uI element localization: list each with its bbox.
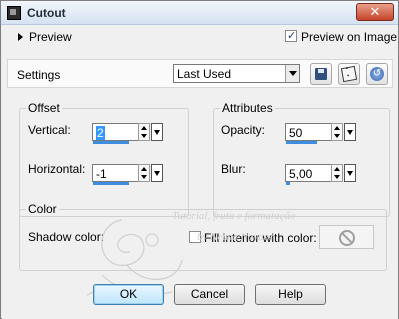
attributes-title: Attributes — [220, 101, 275, 115]
opacity-label: Opacity: — [221, 123, 266, 137]
reset-icon: ↺ — [370, 67, 384, 81]
settings-bar: Settings Last Used ↺ — [7, 59, 393, 88]
opacity-dropdown-icon[interactable] — [344, 123, 356, 141]
chevron-down-icon[interactable] — [285, 65, 299, 82]
no-color-icon — [339, 230, 355, 246]
fill-interior-label[interactable]: Fill interior with color: — [204, 231, 317, 245]
offset-group: Offset Vertical: 2 Horizontal: -1 — [19, 101, 189, 217]
close-button[interactable]: ✕ — [356, 3, 394, 21]
vertical-dropdown-icon[interactable] — [151, 123, 163, 141]
blur-spin-arrows[interactable] — [331, 164, 343, 182]
settings-label: Settings — [17, 68, 61, 82]
title-bar: Cutout ✕ — [1, 1, 398, 25]
vertical-label: Vertical: — [28, 123, 71, 137]
horizontal-value: -1 — [96, 167, 107, 181]
dialog-content: Preview Preview on Image Settings Last U… — [2, 25, 398, 319]
cancel-button[interactable]: Cancel — [174, 284, 245, 305]
preset-select[interactable]: Last Used — [173, 64, 300, 83]
cutout-dialog: Cutout ✕ Preview Preview on Image Settin… — [0, 0, 399, 319]
horizontal-spin-arrows[interactable] — [138, 164, 150, 182]
save-preset-button[interactable] — [310, 63, 332, 85]
preview-on-image-label[interactable]: Preview on Image — [301, 30, 397, 44]
horizontal-dropdown-icon[interactable] — [151, 164, 163, 182]
blur-label: Blur: — [221, 162, 246, 176]
opacity-value: 50 — [289, 126, 303, 140]
preset-value: Last Used — [177, 67, 232, 81]
save-icon — [315, 68, 327, 80]
app-icon — [7, 6, 21, 20]
horizontal-label: Horizontal: — [28, 162, 86, 176]
preview-toggle[interactable]: Preview — [29, 30, 72, 44]
offset-title: Offset — [26, 101, 62, 115]
opacity-slider-bar[interactable] — [286, 141, 317, 144]
preview-row: Preview Preview on Image — [2, 25, 398, 49]
fill-interior-checkbox[interactable] — [189, 231, 201, 243]
color-title: Color — [26, 202, 59, 216]
ok-button[interactable]: OK — [93, 284, 164, 305]
vertical-spin-arrows[interactable] — [138, 123, 150, 141]
fill-color-swatch[interactable] — [319, 225, 374, 249]
shadow-color-label: Shadow color: — [28, 230, 105, 244]
blur-value: 5,00 — [289, 167, 313, 181]
window-title: Cutout — [27, 6, 66, 20]
horizontal-slider-bar[interactable] — [93, 182, 129, 185]
vertical-slider-bar[interactable] — [93, 141, 129, 144]
blur-slider-bar[interactable] — [286, 182, 290, 185]
randomize-button[interactable] — [338, 63, 360, 85]
preview-on-image-checkbox[interactable] — [285, 29, 297, 42]
blur-dropdown-icon[interactable] — [344, 164, 356, 182]
vertical-value: 2 — [96, 126, 105, 140]
expand-triangle-icon[interactable] — [18, 33, 23, 41]
reset-button[interactable]: ↺ — [366, 63, 388, 85]
dice-icon — [340, 65, 358, 83]
attributes-group: Attributes Opacity: 50 Blur: 5,00 — [213, 101, 390, 217]
help-button[interactable]: Help — [255, 284, 326, 305]
opacity-spin-arrows[interactable] — [331, 123, 343, 141]
